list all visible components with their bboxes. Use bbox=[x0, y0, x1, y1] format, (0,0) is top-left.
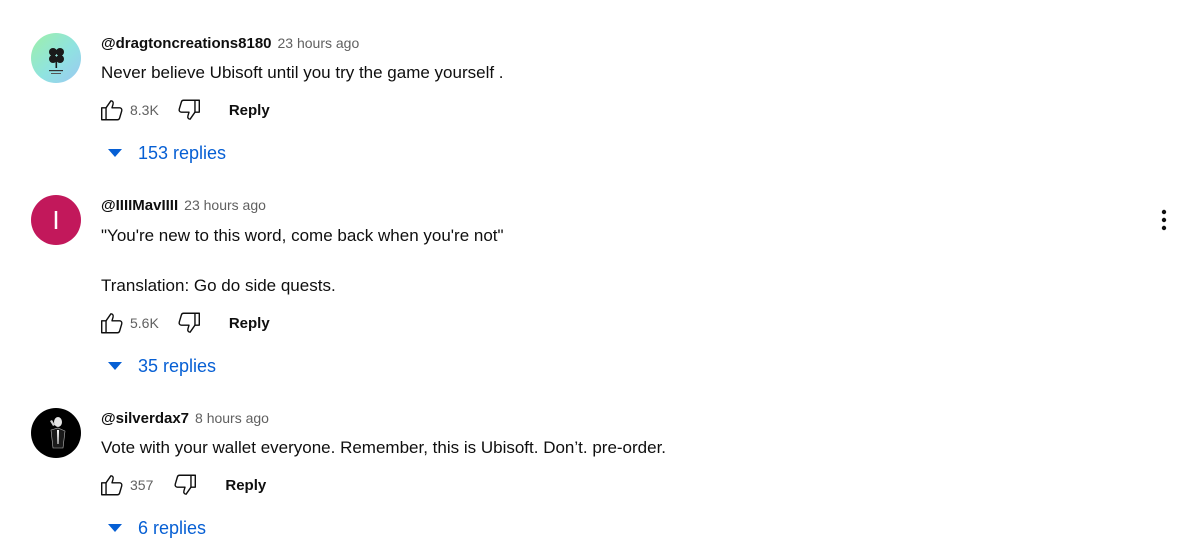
thumbs-down-icon bbox=[178, 99, 200, 120]
clover-logo-icon bbox=[49, 48, 64, 74]
comment-header: @silverdax7 8 hours ago bbox=[101, 410, 269, 427]
thumbs-up-icon bbox=[101, 475, 123, 496]
dislike-button[interactable] bbox=[175, 96, 203, 124]
comment-text: Vote with your wallet everyone. Remember… bbox=[101, 438, 667, 457]
avatar[interactable]: I bbox=[31, 195, 81, 245]
thumbs-up-icon bbox=[101, 100, 123, 121]
comment-actions: 357 Reply bbox=[98, 471, 266, 499]
avatar[interactable] bbox=[31, 408, 81, 458]
avatar[interactable] bbox=[31, 33, 81, 83]
comment-author[interactable]: @IIIIMavIIII bbox=[101, 197, 178, 214]
replies-count-label: 6 replies bbox=[138, 517, 207, 538]
reply-button[interactable]: Reply bbox=[225, 477, 266, 494]
comment-timestamp[interactable]: 23 hours ago bbox=[184, 197, 266, 213]
caret-down-icon bbox=[106, 357, 124, 375]
like-count: 8.3K bbox=[130, 102, 159, 118]
suited-figure-icon bbox=[50, 417, 66, 449]
thumbs-down-icon bbox=[178, 312, 200, 333]
comment-header: @IIIIMavIIII 23 hours ago bbox=[101, 197, 266, 214]
comment-author[interactable]: @dragtoncreations8180 bbox=[101, 35, 272, 52]
like-button[interactable] bbox=[98, 96, 126, 124]
view-replies-button[interactable]: 6 replies bbox=[106, 514, 206, 542]
replies-count-label: 153 replies bbox=[138, 142, 227, 163]
thumbs-up-icon bbox=[101, 313, 123, 334]
dislike-button[interactable] bbox=[171, 471, 199, 499]
comment-text: Never believe Ubisoft until you try the … bbox=[101, 63, 504, 82]
comment-author[interactable]: @silverdax7 bbox=[101, 410, 189, 427]
comment-header: @dragtoncreations8180 23 hours ago bbox=[101, 35, 359, 52]
caret-down-icon bbox=[106, 144, 124, 162]
comment-actions: 8.3K Reply bbox=[98, 96, 270, 124]
vertical-ellipsis-icon bbox=[1161, 209, 1167, 231]
comment-actions: 5.6K Reply bbox=[98, 309, 270, 337]
comment-timestamp[interactable]: 8 hours ago bbox=[195, 410, 269, 426]
more-actions-button[interactable] bbox=[1152, 208, 1176, 232]
like-button[interactable] bbox=[98, 471, 126, 499]
comment-text: Translation: Go do side quests. bbox=[101, 276, 336, 295]
replies-count-label: 35 replies bbox=[138, 355, 217, 376]
reply-button[interactable]: Reply bbox=[229, 315, 270, 332]
dislike-button[interactable] bbox=[175, 309, 203, 337]
comment-timestamp[interactable]: 23 hours ago bbox=[278, 35, 360, 51]
reply-button[interactable]: Reply bbox=[229, 102, 270, 119]
view-replies-button[interactable]: 153 replies bbox=[106, 139, 226, 167]
caret-down-icon bbox=[106, 519, 124, 537]
comment-text: "You're new to this word, come back when… bbox=[101, 226, 504, 245]
like-count: 357 bbox=[130, 477, 154, 493]
thumbs-down-icon bbox=[174, 474, 197, 495]
like-button[interactable] bbox=[98, 309, 126, 337]
avatar-initial: I bbox=[52, 204, 60, 235]
like-count: 5.6K bbox=[130, 315, 159, 331]
view-replies-button[interactable]: 35 replies bbox=[106, 352, 216, 380]
